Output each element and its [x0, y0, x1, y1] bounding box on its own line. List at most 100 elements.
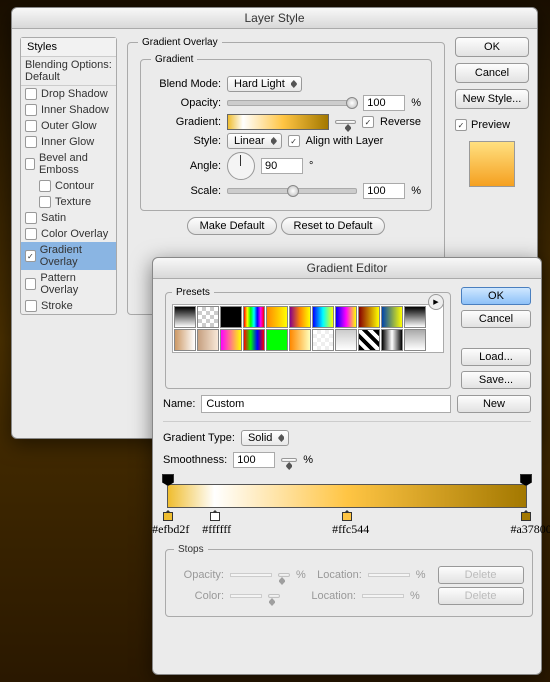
color-stop-label: #ffffff	[202, 522, 231, 537]
preset-swatch[interactable]	[220, 306, 242, 328]
styles-header[interactable]: Styles	[21, 38, 116, 57]
scale-slider[interactable]	[227, 188, 357, 194]
preview-checkbox[interactable]: ✓	[455, 119, 467, 131]
preset-swatch[interactable]	[197, 306, 219, 328]
opacity-input[interactable]: 100	[363, 95, 405, 111]
preset-swatch[interactable]	[289, 306, 311, 328]
opacity-stop[interactable]	[162, 474, 174, 486]
opacity-stop[interactable]	[520, 474, 532, 486]
cancel-button[interactable]: Cancel	[455, 63, 529, 83]
style-checkbox[interactable]	[25, 136, 37, 148]
preset-swatch[interactable]	[174, 306, 196, 328]
style-checkbox[interactable]	[25, 120, 37, 132]
color-stop[interactable]	[521, 507, 531, 519]
preset-swatch[interactable]	[404, 329, 426, 351]
preset-swatch[interactable]	[358, 329, 380, 351]
color-stop[interactable]	[163, 507, 173, 519]
stop-color-location-input	[362, 594, 404, 598]
preset-grid	[172, 304, 444, 353]
style-checkbox[interactable]: ✓	[25, 250, 36, 262]
align-checkbox[interactable]: ✓	[288, 135, 300, 147]
preset-swatch[interactable]	[266, 329, 288, 351]
style-row[interactable]: Contour	[21, 178, 116, 194]
style-row[interactable]: Texture	[21, 194, 116, 210]
style-checkbox[interactable]	[25, 88, 37, 100]
load-button[interactable]: Load...	[461, 348, 531, 366]
ok-button[interactable]: OK	[455, 37, 529, 57]
preset-swatch[interactable]	[335, 329, 357, 351]
ge-cancel-button[interactable]: Cancel	[461, 310, 531, 328]
reset-default-button[interactable]: Reset to Default	[281, 217, 386, 235]
preset-swatch[interactable]	[358, 306, 380, 328]
smoothness-stepper[interactable]	[281, 458, 297, 462]
style-row[interactable]: Stroke	[21, 298, 116, 314]
presets-menu-icon[interactable]: ▶	[428, 294, 444, 310]
style-row[interactable]: Inner Shadow	[21, 102, 116, 118]
new-style-button[interactable]: New Style...	[455, 89, 529, 109]
style-checkbox[interactable]	[25, 104, 37, 116]
preset-swatch[interactable]	[243, 329, 265, 351]
style-row[interactable]: ✓Gradient Overlay	[21, 242, 116, 270]
opacity-slider[interactable]	[227, 100, 357, 106]
smoothness-input[interactable]: 100	[233, 452, 275, 468]
style-row[interactable]: Inner Glow	[21, 134, 116, 150]
color-stop-label: #ffc544	[332, 522, 369, 537]
preset-swatch[interactable]	[220, 329, 242, 351]
preset-swatch[interactable]	[174, 329, 196, 351]
reverse-checkbox[interactable]: ✓	[362, 116, 374, 128]
blend-mode-select[interactable]: Hard Light	[227, 76, 302, 92]
blending-options-row[interactable]: Blending Options: Default	[21, 57, 116, 86]
style-row[interactable]: Satin	[21, 210, 116, 226]
preset-swatch[interactable]	[289, 329, 311, 351]
gradient-swatch[interactable]	[227, 114, 329, 130]
presets-panel: Presets ▶	[165, 287, 451, 389]
ge-ok-button[interactable]: OK	[461, 287, 531, 305]
gradient-editor-dialog: Gradient Editor Presets ▶ OK Cancel Load…	[152, 257, 542, 675]
gradient-settings: Gradient Blend Mode: Hard Light Opacity:…	[140, 54, 432, 211]
style-row[interactable]: Pattern Overlay	[21, 270, 116, 298]
style-checkbox[interactable]	[25, 278, 36, 290]
color-stop[interactable]	[210, 507, 220, 519]
stop-color-swatch	[230, 594, 262, 598]
style-checkbox[interactable]	[25, 300, 37, 312]
preset-swatch[interactable]	[243, 306, 265, 328]
style-checkbox[interactable]	[25, 158, 35, 170]
style-checkbox[interactable]	[39, 180, 51, 192]
name-input[interactable]	[201, 395, 451, 413]
preset-swatch[interactable]	[404, 306, 426, 328]
styles-list: Styles Blending Options: Default Drop Sh…	[20, 37, 117, 315]
style-row[interactable]: Color Overlay	[21, 226, 116, 242]
preset-swatch[interactable]	[381, 329, 403, 351]
color-stop[interactable]	[342, 507, 352, 519]
style-select[interactable]: Linear	[227, 133, 282, 149]
ge-title: Gradient Editor	[153, 258, 541, 279]
style-checkbox[interactable]	[39, 196, 51, 208]
delete-opacity-stop-button: Delete	[438, 566, 524, 584]
style-row[interactable]: Drop Shadow	[21, 86, 116, 102]
style-row[interactable]: Bevel and Emboss	[21, 150, 116, 178]
angle-input[interactable]: 90	[261, 158, 303, 174]
style-checkbox[interactable]	[25, 212, 37, 224]
make-default-button[interactable]: Make Default	[187, 217, 278, 235]
preset-swatch[interactable]	[266, 306, 288, 328]
angle-dial[interactable]	[227, 152, 255, 180]
style-row[interactable]: Outer Glow	[21, 118, 116, 134]
preset-swatch[interactable]	[312, 306, 334, 328]
preset-swatch[interactable]	[335, 306, 357, 328]
panel-title: Gradient Overlay	[138, 37, 222, 48]
layer-style-title: Layer Style	[12, 8, 537, 29]
stop-location-input	[368, 573, 410, 577]
color-stop-label: #efbd2f	[152, 522, 189, 537]
preset-swatch[interactable]	[312, 329, 334, 351]
scale-input[interactable]: 100	[363, 183, 405, 199]
gradient-type-select[interactable]: Solid	[241, 430, 289, 446]
new-button[interactable]: New	[457, 395, 531, 413]
gradient-bar[interactable]	[167, 484, 527, 508]
save-button[interactable]: Save...	[461, 371, 531, 389]
color-stop-label: #a37800	[510, 522, 550, 537]
preset-swatch[interactable]	[381, 306, 403, 328]
preset-swatch[interactable]	[197, 329, 219, 351]
gradient-picker-icon[interactable]	[335, 120, 356, 124]
style-checkbox[interactable]	[25, 228, 37, 240]
preview-swatch	[469, 141, 515, 187]
